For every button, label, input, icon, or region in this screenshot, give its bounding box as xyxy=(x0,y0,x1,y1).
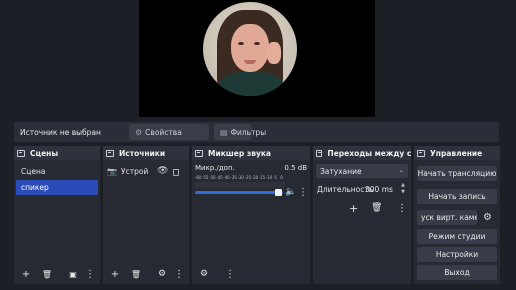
properties-label: Свойства xyxy=(145,127,182,137)
remove-transition-button[interactable]: 🗑 xyxy=(371,203,382,213)
preview-canvas[interactable] xyxy=(139,0,375,117)
add-source-button[interactable]: + xyxy=(107,267,123,281)
mixer-toolbar: ⚙ ⋮ xyxy=(192,264,310,284)
lock-icon[interactable] xyxy=(173,168,180,176)
filters-button[interactable]: ▤ Фильтры xyxy=(214,124,266,140)
start-record-button[interactable]: Начать запись xyxy=(417,189,497,204)
context-bar: Источник не выбран ⚙ Свойства ▤ Фильтры xyxy=(14,122,499,142)
no-source-label: Источник не выбран xyxy=(20,128,101,137)
scenes-dock-header[interactable]: Сцены xyxy=(14,146,100,160)
scene-item[interactable]: Сцена xyxy=(16,164,98,179)
mixer-scale-tick: -60 xyxy=(195,175,202,180)
filter-icon: ▣ xyxy=(69,269,77,279)
mixer-scale-tick: -25 xyxy=(244,175,251,180)
add-scene-button[interactable]: + xyxy=(18,267,34,281)
transition-select[interactable]: Затухание ⌄ xyxy=(316,164,408,178)
mixer-settings-button[interactable]: ⚙ xyxy=(196,267,212,281)
plus-icon: + xyxy=(110,268,120,280)
remove-scene-button[interactable]: 🗑 xyxy=(39,267,55,281)
filters-label: Фильтры xyxy=(230,127,267,137)
start-stream-button[interactable]: Начать трансляцию xyxy=(417,166,497,181)
scene-menu-button[interactable]: ⋮ xyxy=(82,267,98,281)
more-vertical-icon: ⋮ xyxy=(174,268,184,280)
mixer-scale-tick: -10 xyxy=(266,175,273,180)
scenes-toolbar: + 🗑 ▣ ⋮ xyxy=(14,264,100,284)
volume-slider-handle[interactable] xyxy=(275,189,282,196)
plus-icon: + xyxy=(21,268,31,280)
transition-select-value: Затухание xyxy=(320,166,362,176)
preview-area xyxy=(0,0,516,120)
more-vertical-icon: ⋮ xyxy=(85,268,95,280)
eye-icon[interactable]: 👁 xyxy=(157,166,168,176)
camera-icon: 📷 xyxy=(107,166,117,176)
mixer-scale-tick: -5 xyxy=(273,175,277,180)
mixer-scale-tick: -15 xyxy=(258,175,266,180)
mixer-dock: Микшер звука Микр./доп. 0.5 dB -60 -55 -50… xyxy=(192,146,310,284)
scene-item-selected[interactable]: спикер xyxy=(16,180,98,195)
mixer-channel-menu-button[interactable]: ⋮ xyxy=(298,187,308,198)
exit-button[interactable]: Выход xyxy=(417,265,497,280)
transition-menu-button[interactable]: ⋮ xyxy=(397,203,407,214)
spinbox-arrows-icon[interactable]: ▲ ▼ xyxy=(401,182,405,196)
dock-float-icon[interactable] xyxy=(417,149,425,157)
transitions-dock: Переходы между сцена... Затухание ⌄ Длит… xyxy=(313,146,411,284)
sources-toolbar: + 🗑 ⚙ ⋮ xyxy=(103,264,189,284)
scene-filters-button[interactable]: ▣ xyxy=(65,267,81,281)
controls-dock: Управление Начать трансляцию Начать запи… xyxy=(414,146,500,284)
filter-icon: ▤ xyxy=(220,127,228,137)
duration-value: 300 ms xyxy=(365,184,393,194)
source-menu-button[interactable]: ⋮ xyxy=(171,267,187,281)
controls-title: Управление xyxy=(430,148,483,158)
mixer-scale: -60 -55 -50 -45 -40 -35 -30 -25 -20 -15 -10 -5 0 xyxy=(195,175,307,181)
mixer-scale-tick: 0 xyxy=(280,175,283,180)
speaker-muted-icon[interactable]: 🔈 xyxy=(285,187,296,197)
trash-icon: 🗑 xyxy=(130,269,142,279)
scenes-dock: Сцены Сцена спикер + 🗑 ▣ ⋮ xyxy=(14,146,100,284)
trash-icon: 🗑 xyxy=(41,269,53,279)
mixer-scale-tick: -20 xyxy=(251,175,259,180)
gear-icon[interactable]: ⚙ xyxy=(483,212,492,223)
mixer-dock-header[interactable]: Микшер звука xyxy=(192,146,310,160)
mixer-scale-tick: -55 xyxy=(202,175,209,180)
transitions-dock-header[interactable]: Переходы между сцена... xyxy=(313,146,411,160)
scenes-title: Сцены xyxy=(30,148,59,158)
gear-icon: ⚙ xyxy=(157,269,167,279)
remove-source-button[interactable]: 🗑 xyxy=(128,267,144,281)
source-properties-button[interactable]: ⚙ xyxy=(154,267,170,281)
dock-float-icon[interactable] xyxy=(195,149,203,157)
dock-float-icon[interactable] xyxy=(106,149,114,157)
sources-dock: Источники 📷 Устрой 👁 + 🗑 ⚙ ⋮ xyxy=(103,146,189,284)
more-vertical-icon: ⋮ xyxy=(225,268,235,280)
mixer-scale-tick: -45 xyxy=(216,175,223,180)
volume-slider[interactable] xyxy=(195,191,283,194)
properties-button[interactable]: ⚙ Свойства xyxy=(129,124,209,140)
settings-button[interactable]: Настройки xyxy=(417,247,497,262)
gear-icon: ⚙ xyxy=(135,127,143,137)
studio-mode-button[interactable]: Режим студии xyxy=(417,229,497,244)
transitions-title: Переходы между сцена... xyxy=(327,148,411,158)
duration-field[interactable]: 300 ms ▲ ▼ xyxy=(365,182,408,196)
start-virtual-camera-button[interactable]: уск вирт. каме xyxy=(417,210,477,225)
mixer-scale-tick: -50 xyxy=(209,175,216,180)
mixer-channel-name: Микр./доп. xyxy=(195,164,235,172)
dock-float-icon[interactable] xyxy=(17,149,25,157)
mixer-menu-button[interactable]: ⋮ xyxy=(222,267,238,281)
volume-meter xyxy=(195,182,285,188)
mixer-channel-level: 0.5 dB xyxy=(284,164,307,172)
sources-dock-header[interactable]: Источники xyxy=(103,146,189,160)
dock-float-icon[interactable] xyxy=(316,149,323,157)
source-item[interactable]: 📷 Устрой 👁 xyxy=(107,164,185,178)
mixer-title: Микшер звука xyxy=(208,148,271,158)
mixer-scale-tick: -40 xyxy=(223,175,230,180)
webcam-image xyxy=(203,2,297,96)
chevron-updown-icon: ⌄ xyxy=(398,166,404,174)
sources-title: Источники xyxy=(119,148,166,158)
mixer-scale-tick: -35 xyxy=(230,175,237,180)
add-transition-button[interactable]: + xyxy=(349,202,358,215)
gears-icon: ⚙ xyxy=(199,269,209,279)
mixer-scale-tick: -30 xyxy=(237,175,244,180)
source-name: Устрой xyxy=(121,166,149,176)
controls-dock-header[interactable]: Управление xyxy=(414,146,500,160)
